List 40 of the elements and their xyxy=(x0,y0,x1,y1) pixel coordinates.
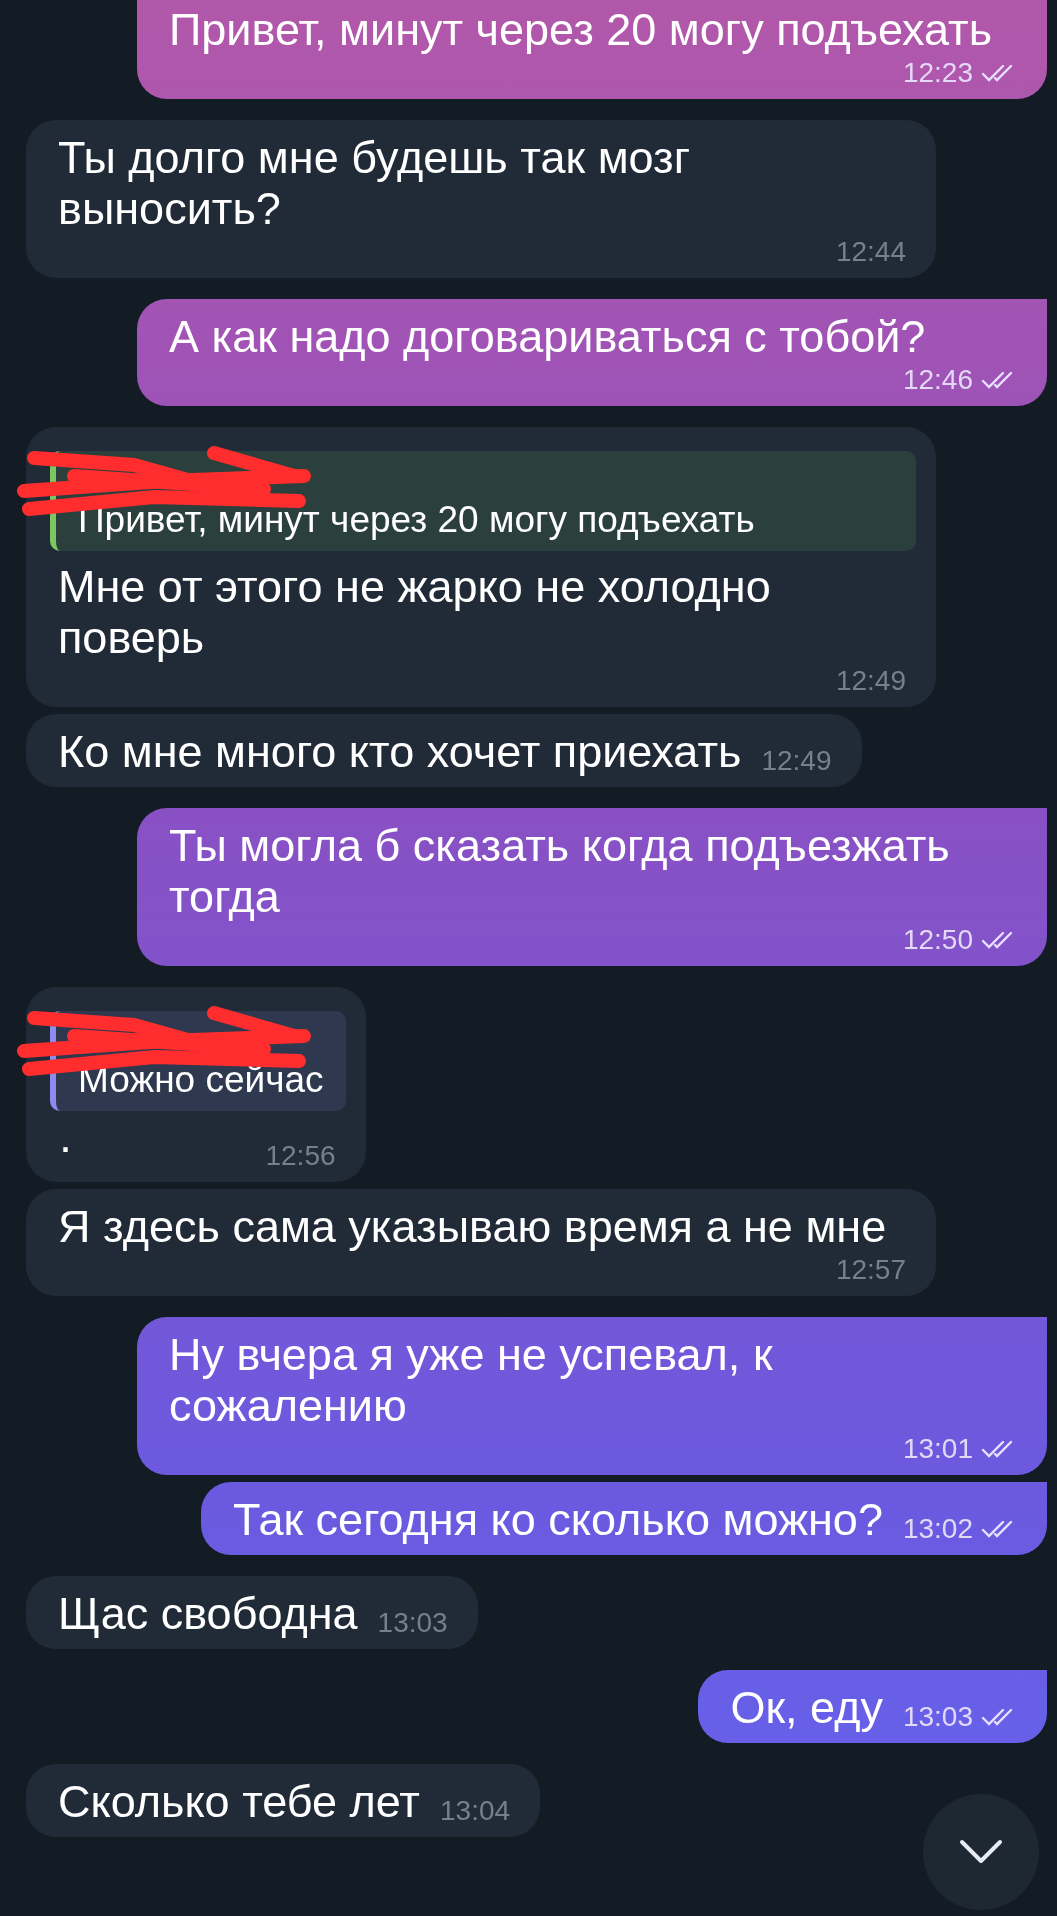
message-text: Ко мне много кто хочет приехать xyxy=(58,726,742,777)
message-time: 13:03 xyxy=(377,1607,448,1639)
message-text: Щас свободна xyxy=(58,1588,358,1639)
message-text: Так сегодня ко сколько можно? xyxy=(232,1494,883,1545)
message-bubble[interactable]: Ну вчера я уже не успевал, к сожалению 13:01 xyxy=(137,1317,1047,1475)
chevron-down-icon xyxy=(959,1839,1003,1865)
message-text: А как надо договариваться с тобой? xyxy=(169,311,926,362)
message-bubble[interactable]: Ты могла б сказать когда подъезжать тогда 12:50 xyxy=(137,808,1047,966)
message-text: Ты долго мне будешь так мозг выносить? xyxy=(58,132,692,234)
message-time: 12:44 xyxy=(835,236,906,268)
message-text: Ок, еду xyxy=(730,1682,883,1733)
message-time: 12:50 xyxy=(902,924,973,956)
message-bubble[interactable]: Я здесь сама указываю время а не мне 12:57 xyxy=(26,1189,936,1296)
message-time: 12:56 xyxy=(265,1140,336,1172)
message-bubble[interactable]: Щас свободна 13:03 xyxy=(26,1576,478,1649)
message-time: 13:04 xyxy=(440,1795,511,1827)
message-text: Мне от этого не жарко не холодно поверь xyxy=(58,561,772,663)
message-text: · xyxy=(58,1121,73,1172)
message-time: 12:57 xyxy=(835,1254,906,1286)
message-text: Привет, минут через 20 могу подъехать xyxy=(169,4,993,55)
message-time: 12:46 xyxy=(902,364,973,396)
message-text: Ты могла б сказать когда подъезжать тогда xyxy=(169,820,951,922)
message-text: Ну вчера я уже не успевал, к сожалению xyxy=(169,1329,774,1431)
message-time: 12:23 xyxy=(902,57,973,89)
quoted-text: Можно сейчас xyxy=(78,1059,324,1100)
message-time: 13:01 xyxy=(902,1433,973,1465)
message-bubble[interactable]: Ты долго мне будешь так мозг выносить? 12:44 xyxy=(26,120,936,278)
message-time: 13:03 xyxy=(902,1701,973,1733)
message-time: 12:49 xyxy=(761,745,832,777)
message-time: 13:02 xyxy=(902,1513,973,1545)
message-text: Сколько тебе лет xyxy=(58,1776,420,1827)
message-bubble[interactable]: А как надо договариваться с тобой? 12:46 xyxy=(137,299,1047,406)
reply-quote[interactable]: Можно сейчас xyxy=(50,1011,346,1111)
message-bubble[interactable]: Сколько тебе лет 13:04 xyxy=(26,1764,541,1837)
message-bubble[interactable]: Так сегодня ко сколько можно? 13:02 xyxy=(200,1482,1047,1555)
message-text: Я здесь сама указываю время а не мне xyxy=(58,1201,887,1252)
message-time: 12:49 xyxy=(835,665,906,697)
message-bubble[interactable]: Привет, минут через 20 могу подъехать 12:23 xyxy=(137,0,1047,99)
message-bubble[interactable]: Ко мне много кто хочет приехать 12:49 xyxy=(26,714,862,787)
message-bubble[interactable]: Ок, еду 13:03 xyxy=(698,1670,1047,1743)
